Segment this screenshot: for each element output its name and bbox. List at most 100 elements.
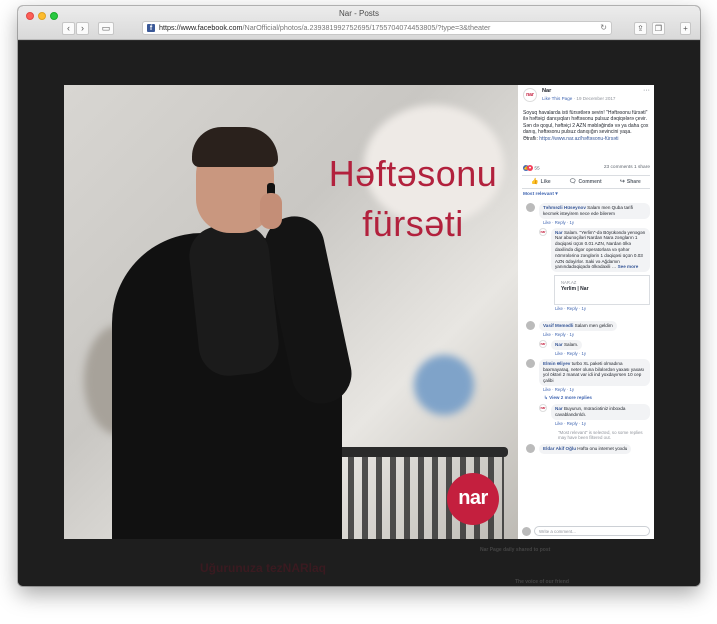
- comment-actions[interactable]: Like · Reply · 1y: [555, 421, 650, 426]
- photo-headline: Həftəsonu fürsəti: [308, 149, 518, 249]
- comment: Eldar Akif Oğlu Həftə onu internet yoxdu: [522, 444, 650, 456]
- comment-bubble: Təhməzli Hüseynov Salam men Quba tarifi …: [539, 203, 650, 219]
- headline-line-2: fürsəti: [362, 203, 464, 244]
- new-tab-button[interactable]: +: [680, 22, 691, 35]
- page-name[interactable]: Nar: [542, 88, 654, 94]
- comment-author[interactable]: Vasif Məmədli: [543, 323, 573, 328]
- current-user-avatar: [522, 527, 531, 536]
- nar-avatar[interactable]: nar: [539, 340, 547, 348]
- post-photo[interactable]: Həftəsonu fürsəti nar: [64, 85, 518, 539]
- link-preview-card[interactable]: NAR.AZ Yerlim | Nar: [554, 275, 650, 306]
- comment-icon: 🗨: [568, 179, 577, 186]
- see-more-link[interactable]: See more: [618, 264, 639, 269]
- share-post-button[interactable]: ↪ Share: [620, 176, 641, 188]
- sidebar-icon: ▭: [101, 23, 111, 33]
- comment-author[interactable]: Eldar Akif Oğlu: [543, 446, 576, 451]
- facebook-theater-view: Uğurunuza tezNARlaq Nar Page daily share…: [18, 41, 700, 586]
- sidebar-button[interactable]: ▭: [98, 22, 114, 35]
- page-avatar[interactable]: nar: [523, 88, 537, 102]
- post-link[interactable]: https://www.nar.az/həftəsonu-fürsəti: [539, 136, 618, 142]
- headline-line-1: Həftəsonu: [328, 153, 498, 194]
- comment-author[interactable]: Nar: [555, 342, 563, 347]
- like-page-link[interactable]: Like This Page: [542, 96, 572, 101]
- comment-actions[interactable]: Like · Reply · 1y: [543, 387, 650, 392]
- comment-bubble: Nar Salam. "Yerlim"-də Böyükəndə yenəgən…: [551, 227, 650, 273]
- comment-reply: nar Nar Salam. Like · Reply · 1y: [538, 340, 650, 356]
- comment-text: Buyurun, müraciətiniz inboxda cavablandı…: [555, 405, 626, 417]
- browser-toolbar: Nar - Posts ‹ › ▭ f https://www.facebook…: [18, 6, 700, 40]
- plus-icon: +: [683, 24, 688, 33]
- comment-bubble: Nar Buyurun, müraciətiniz inboxda cavabl…: [551, 403, 650, 420]
- comment-author[interactable]: Nar: [555, 406, 563, 411]
- more-options-icon[interactable]: ···: [643, 87, 650, 94]
- back-button[interactable]: ‹: [62, 22, 75, 35]
- share-icon: ⇪: [637, 24, 644, 33]
- url-host: https://www.facebook.com: [159, 23, 243, 32]
- share-label: Share: [626, 179, 641, 186]
- comment-author[interactable]: Təhməzli Hüseynov: [543, 205, 586, 210]
- comment-text: Həftə onu internet yoxdu: [577, 446, 628, 452]
- person-hair: [192, 127, 278, 167]
- reload-icon[interactable]: ↻: [600, 22, 607, 34]
- browser-window: Nar - Posts ‹ › ▭ f https://www.facebook…: [18, 6, 700, 586]
- comment-bubble: Eldar Akif Oğlu Həftə onu internet yoxdu: [539, 444, 632, 454]
- comments-shares-count[interactable]: 23 comments 1 share: [604, 165, 650, 170]
- comment: Vasif Məmədli Salam men geldim Like · Re…: [522, 321, 650, 337]
- avatar[interactable]: [526, 203, 535, 213]
- chevron-right-icon: ›: [81, 23, 84, 33]
- chevron-left-icon: ‹: [67, 23, 70, 33]
- post-meta: Like This Page · 19 December 2017: [542, 96, 616, 101]
- tabs-icon: ❐: [654, 24, 663, 33]
- person-hand: [260, 193, 282, 229]
- reaction-stats: 👍♥ 55 23 comments 1 share: [518, 165, 654, 175]
- nar-avatar[interactable]: nar: [539, 227, 547, 236]
- comment-bubble: Vasif Məmədli Salam men geldim: [539, 321, 617, 331]
- address-bar[interactable]: f https://www.facebook.com/NarOfficial/p…: [142, 21, 612, 35]
- comment-actions[interactable]: Like · Reply · 1y: [543, 332, 650, 337]
- post-side-panel: nar Nar Like This Page · 19 December 201…: [518, 85, 654, 539]
- write-comment-input[interactable]: Write a comment...: [534, 526, 650, 536]
- reply-actions-row: Like · Reply · 1y: [538, 306, 650, 318]
- comment-bubble: Nar Salam.: [551, 340, 583, 350]
- comment-reply: nar Nar Buyurun, müraciətiniz inboxda ca…: [538, 403, 650, 426]
- reaction-count[interactable]: 55: [534, 166, 539, 171]
- comment-author[interactable]: Nar: [555, 230, 563, 235]
- comment-text: Salam men geldim: [574, 323, 613, 329]
- avatar[interactable]: [526, 321, 535, 331]
- person-scarf: [186, 221, 282, 379]
- tabs-button[interactable]: ❐: [652, 22, 665, 35]
- love-reaction-icon[interactable]: ♥: [527, 165, 533, 172]
- avatar[interactable]: [526, 358, 535, 368]
- share-arrow-icon: ↪: [619, 179, 625, 186]
- comment-actions[interactable]: Like · Reply · 1y: [555, 306, 650, 311]
- background-caption-2: The voice of our friend: [515, 579, 569, 585]
- url-path: /NarOfficial/photos/a.239381992752695/17…: [242, 23, 491, 32]
- comment-label: Comment: [578, 179, 602, 186]
- thumbs-up-icon: 👍: [531, 179, 539, 186]
- post-date[interactable]: 19 December 2017: [576, 96, 615, 101]
- forward-button[interactable]: ›: [76, 22, 89, 35]
- facebook-favicon-icon: f: [147, 24, 155, 32]
- nar-avatar[interactable]: nar: [539, 403, 547, 412]
- comment-sort-dropdown[interactable]: Most relevant ▾: [518, 189, 654, 200]
- details-label: Ətraflı:: [523, 135, 538, 142]
- avatar[interactable]: [526, 444, 535, 454]
- background-caption-1: Nar Page daily shared to post: [480, 547, 551, 553]
- share-button[interactable]: ⇪: [634, 22, 647, 35]
- link-title: Yerlim | Nar: [561, 286, 589, 293]
- view-more-replies-link[interactable]: ↳ View 2 more replies: [544, 395, 654, 401]
- like-label: Like: [540, 179, 551, 186]
- comment-actions[interactable]: Like · Reply · 1y: [555, 351, 650, 356]
- background-slogan: Uğurunuza tezNARlaq: [200, 561, 326, 575]
- comment-button[interactable]: 🗨 Comment: [569, 176, 602, 188]
- bg-blue-blob: [414, 355, 474, 415]
- comment-actions[interactable]: Like · Reply · 1y: [543, 220, 650, 225]
- nar-logo: nar: [447, 473, 499, 525]
- comment-text: Salam.: [563, 342, 579, 347]
- window-title: Nar - Posts: [338, 9, 379, 18]
- post-text: Soyuq havalarda isti fürsətlərə sevin! "…: [518, 107, 654, 145]
- like-button[interactable]: 👍 Like: [531, 176, 551, 188]
- post-body: Soyuq havalarda isti fürsətlərə sevin! "…: [523, 110, 649, 136]
- comment-author[interactable]: Elmin Əliyev: [543, 361, 570, 366]
- comment-reply: nar Nar Salam. "Yerlim"-də Böyükəndə yen…: [538, 227, 650, 273]
